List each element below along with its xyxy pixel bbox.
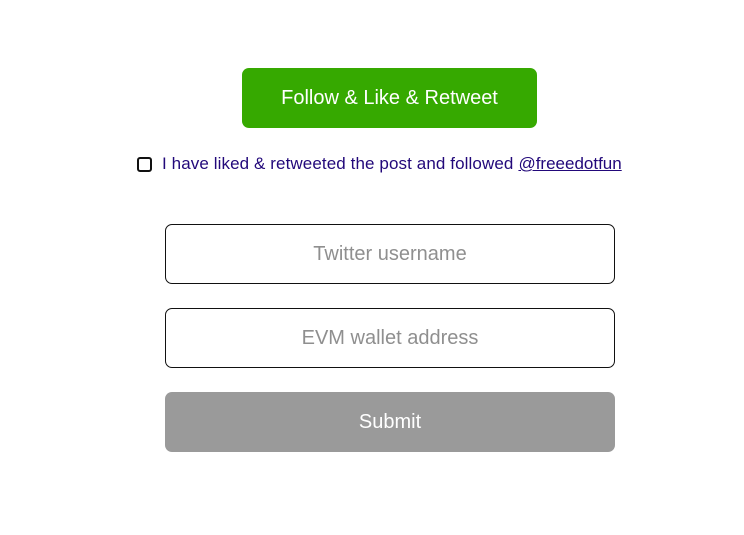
submit-button[interactable]: Submit [165,392,615,452]
freeedotfun-profile-link[interactable]: @freeedotfun [518,154,621,174]
evm-wallet-address-input[interactable] [165,308,615,368]
follow-like-retweet-button[interactable]: Follow & Like & Retweet [242,68,537,128]
confirmation-row: I have liked & retweeted the post and fo… [137,152,622,176]
confirm-label: I have liked & retweeted the post and fo… [162,154,514,173]
confirm-checkbox[interactable] [137,156,152,172]
twitter-username-input[interactable] [165,224,615,284]
